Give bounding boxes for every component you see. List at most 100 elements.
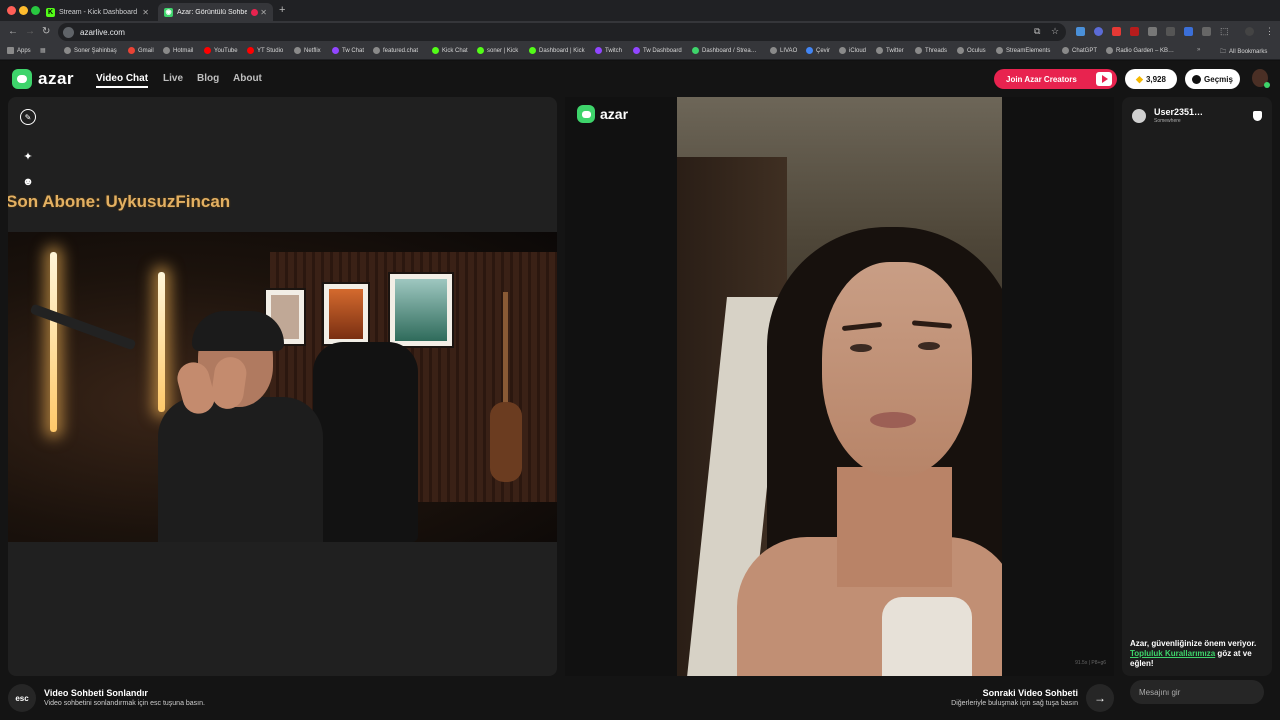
close-tab-icon[interactable]: ✕ [260, 8, 267, 17]
reload-icon[interactable]: ↻ [42, 26, 50, 37]
history-button[interactable]: Geçmiş [1185, 69, 1240, 89]
site-info-icon[interactable] [63, 26, 74, 38]
back-icon[interactable]: ← [8, 26, 18, 37]
extensions-puzzle-icon[interactable]: ⬚ [1220, 26, 1229, 37]
extension-icon[interactable] [1202, 27, 1211, 36]
extension-icon[interactable] [1166, 27, 1175, 36]
all-bookmarks[interactable]: 🗀 All Bookmarks [1220, 47, 1267, 57]
azar-page: azar Video Chat Live Blog About Join Aza… [0, 61, 1280, 720]
join-azar-creators-button[interactable]: Join Azar Creators [994, 69, 1117, 89]
self-video-panel: ✎ ✦ ☻ Son Abone: UykusuzFincan [8, 97, 557, 676]
partner-video-panel: azar 91.5x | P8+g6 [565, 97, 1114, 676]
azar-watermark: azar [577, 105, 628, 123]
bookmarks-bar: Apps ▦ Soner Şahinbaş Gmail Hotmail YouT… [0, 43, 1280, 60]
bookmark-item[interactable]: Dashboard | Kick [529, 47, 585, 54]
bookmark-item[interactable]: Tw Chat [332, 47, 364, 54]
bookmark-item[interactable]: YouTube [204, 47, 238, 54]
new-tab-button[interactable]: + [279, 4, 285, 16]
extension-icon[interactable] [1130, 27, 1139, 36]
bookmark-item[interactable]: iCloud [839, 47, 866, 54]
end-chat-esc-button[interactable]: esc [8, 684, 36, 712]
bookmark-item[interactable]: LIVAO [770, 47, 797, 54]
arrow-right-icon: → [1094, 691, 1106, 705]
end-chat-title: Video Sohbeti Sonlandır [44, 688, 148, 698]
azar-logo-icon [577, 105, 595, 123]
clock-icon [1192, 74, 1202, 84]
bookmark-item[interactable]: Hotmail [163, 47, 193, 54]
extension-icon[interactable] [1184, 27, 1193, 36]
bookmark-item[interactable]: Oculus [957, 47, 986, 54]
partner-location: Somewhere [1154, 118, 1181, 124]
guitar [488, 292, 524, 492]
streamer [158, 311, 323, 542]
browser-toolbar: ← → ↻ azarlive.com ⧉ ☆ ⬚ ⋮ [0, 21, 1280, 43]
extension-icon[interactable] [1076, 27, 1085, 36]
gems-balance-button[interactable]: ◆ 3,928 [1125, 69, 1177, 89]
browser-tab-bar: K Stream - Kick Dashboard ✕ ◉ Azar: Görü… [0, 0, 1280, 21]
gem-icon: ◆ [1136, 73, 1143, 84]
azar-logo[interactable]: azar [12, 69, 74, 89]
recording-indicator-icon [251, 8, 258, 16]
partner-info[interactable]: User2351… Somewhere [1132, 107, 1203, 124]
bookmark-item[interactable]: Çevir [806, 47, 830, 54]
close-tab-icon[interactable]: ✕ [142, 8, 149, 17]
tab-title: Stream - Kick Dashboard [59, 8, 138, 16]
maximize-window-button[interactable] [31, 6, 40, 15]
message-input[interactable] [1130, 680, 1264, 704]
partner-avatar [1132, 108, 1146, 123]
partner-camera-feed [677, 97, 1002, 676]
microphone-arm [29, 303, 137, 351]
nav-blog[interactable]: Blog [197, 73, 219, 84]
address-bar[interactable]: azarlive.com [58, 23, 1066, 41]
report-shield-icon[interactable] [1253, 111, 1262, 121]
bookmark-apps[interactable]: Apps [7, 47, 31, 54]
profile-avatar[interactable] [1245, 27, 1254, 36]
bookmark-item[interactable]: Dashboard / Strea… [692, 47, 757, 54]
bookmark-item[interactable]: Radio Garden – KB… [1106, 47, 1174, 54]
bookmark-item[interactable]: Gmail [128, 47, 154, 54]
bookmark-item[interactable]: Tw Dashboard [633, 47, 682, 54]
browser-tab-kick-dashboard[interactable]: K Stream - Kick Dashboard ✕ [40, 3, 155, 21]
bookmark-item[interactable]: Twitter [876, 47, 904, 54]
bookmark-item[interactable]: Kick Chat [432, 47, 468, 54]
more-bookmarks-icon[interactable]: » [1197, 47, 1200, 53]
bookmark-item[interactable]: YT Studio [247, 47, 283, 54]
tab-groups-icon[interactable]: ▦ [40, 47, 46, 54]
community-guidelines-link[interactable]: Topluluk Kurallarımıza [1130, 649, 1215, 658]
close-window-button[interactable] [7, 6, 16, 15]
nav-live[interactable]: Live [163, 73, 183, 84]
bookmark-star-icon[interactable]: ☆ [1051, 26, 1059, 37]
sparkle-effects-icon[interactable]: ✦ [20, 148, 36, 164]
bookmark-item[interactable]: ChatGPT [1062, 47, 1097, 54]
bookmark-item[interactable]: Twitch [595, 47, 622, 54]
tab-title: Azar: Görüntülü Sohbet, … [177, 8, 247, 16]
nav-video-chat[interactable]: Video Chat [96, 73, 149, 88]
light-bar [50, 252, 57, 432]
extension-icon[interactable] [1112, 27, 1121, 36]
apps-grid-icon [7, 47, 14, 54]
user-avatar[interactable] [1252, 69, 1270, 88]
cast-icon[interactable]: ⧉ [1034, 26, 1040, 37]
end-chat-hint: Video sohbetini sonlandırmak için esc tu… [44, 700, 205, 707]
next-chat-title: Sonraki Video Sohbeti [982, 688, 1078, 698]
bookmark-item[interactable]: Netflix [294, 47, 321, 54]
bookmark-item[interactable]: soner | Kick [477, 47, 518, 54]
next-chat-button[interactable]: → [1086, 684, 1114, 712]
bookmark-item[interactable]: StreamElements [996, 47, 1050, 54]
bookmark-item[interactable]: featured.chat [373, 47, 418, 54]
extension-icon[interactable] [1094, 27, 1103, 36]
azar-icon: ◉ [164, 7, 173, 17]
nav-about[interactable]: About [233, 73, 262, 84]
sticker-icon[interactable]: ☻ [20, 174, 36, 190]
browser-menu-icon[interactable]: ⋮ [1265, 26, 1274, 37]
forward-icon[interactable]: → [25, 26, 35, 37]
bookmark-item[interactable]: Soner Şahinbaş [64, 47, 117, 54]
extension-icon[interactable] [1148, 27, 1157, 36]
url-text: azarlive.com [80, 27, 125, 37]
next-chat-hint: Diğerleriyle buluşmak için sağ tuşa bası… [951, 700, 1078, 707]
gaming-chair [313, 342, 418, 542]
edit-icon[interactable]: ✎ [20, 109, 36, 125]
minimize-window-button[interactable] [19, 6, 28, 15]
bookmark-item[interactable]: Threads [915, 47, 947, 54]
browser-tab-azar[interactable]: ◉ Azar: Görüntülü Sohbet, … ✕ [158, 3, 273, 21]
